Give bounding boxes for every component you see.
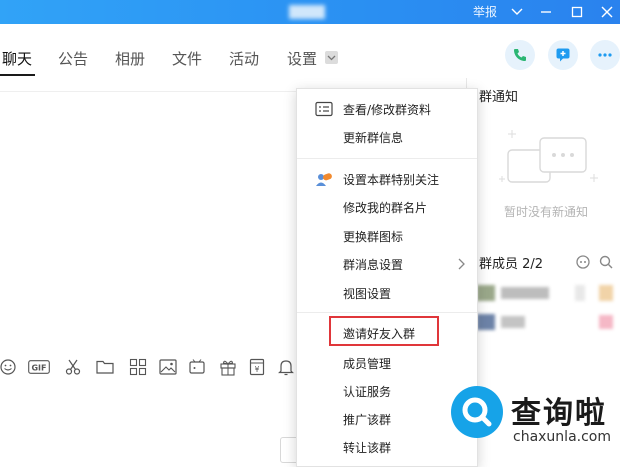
member-row[interactable] xyxy=(477,312,617,332)
screen-shake-icon[interactable] xyxy=(187,356,207,378)
tab-activity[interactable]: 活动 xyxy=(229,48,259,69)
watermark-logo xyxy=(451,386,503,438)
svg-text:GIF: GIF xyxy=(31,364,46,373)
empty-notice-illustration xyxy=(499,130,598,183)
phone-call-button[interactable] xyxy=(505,40,535,70)
menu-item-label: 更换群图标 xyxy=(343,229,404,244)
highlight-box xyxy=(329,316,439,346)
emoji-icon[interactable] xyxy=(0,356,18,378)
watermark: 查询啦 chaxunla.com xyxy=(447,380,620,467)
member-badge xyxy=(599,315,613,329)
more-dots-icon xyxy=(598,53,612,57)
blur-mark xyxy=(575,285,585,301)
avatar xyxy=(477,314,495,330)
tab-chat[interactable]: 聊天 xyxy=(2,48,32,69)
menu-item-label: 推广该群 xyxy=(343,412,392,427)
menu-item-label: 设置本群特别关注 xyxy=(343,172,440,187)
bell-icon[interactable] xyxy=(276,356,296,378)
menu-item-label: 群消息设置 xyxy=(343,257,404,272)
font-style-icon[interactable] xyxy=(128,356,148,378)
notice-title: 群通知 xyxy=(479,90,519,105)
tab-files[interactable]: 文件 xyxy=(172,48,202,69)
tab-settings[interactable]: 设置 xyxy=(287,48,317,69)
title-bar: 举报 xyxy=(0,0,620,24)
folder-icon[interactable] xyxy=(95,356,115,378)
add-chat-button[interactable] xyxy=(548,40,578,70)
menu-item-special-follow[interactable]: 设置本群特别关注 xyxy=(297,165,477,193)
gift-icon[interactable] xyxy=(218,356,238,378)
input-toolbar: GIF ¥ xyxy=(0,356,300,380)
search-icon[interactable] xyxy=(598,254,614,270)
special-follow-icon xyxy=(316,173,332,186)
member-row[interactable] xyxy=(477,283,617,303)
menu-item-edit-card[interactable]: 修改我的群名片 xyxy=(297,193,477,221)
phone-icon xyxy=(514,49,526,61)
maximize-icon[interactable] xyxy=(566,0,588,24)
watermark-url: chaxunla.com xyxy=(513,429,611,445)
menu-item-label: 转让该群 xyxy=(343,440,392,455)
member-search-settings-icon[interactable] xyxy=(575,254,591,270)
member-name-blurred xyxy=(501,287,549,299)
menu-item-label: 更新群信息 xyxy=(343,130,404,145)
menu-separator xyxy=(297,158,477,159)
menu-item-message-settings[interactable]: 群消息设置 xyxy=(297,250,477,278)
menu-item-update-info[interactable]: 更新群信息 xyxy=(297,123,477,151)
svg-text:¥: ¥ xyxy=(255,365,260,374)
menu-item-change-icon[interactable]: 更换群图标 xyxy=(297,222,477,250)
minimize-icon[interactable] xyxy=(535,0,557,24)
menu-item-view-settings[interactable]: 视图设置 xyxy=(297,279,477,307)
tab-album[interactable]: 相册 xyxy=(115,48,145,69)
menu-item-label: 视图设置 xyxy=(343,286,392,301)
window-title-blurred xyxy=(289,5,325,19)
chevron-right-icon xyxy=(458,258,465,270)
more-button[interactable] xyxy=(590,40,620,70)
id-card-icon xyxy=(315,101,333,117)
chevron-down-icon[interactable] xyxy=(506,0,528,24)
menu-item-member-management[interactable]: 成员管理 xyxy=(297,349,477,377)
close-icon[interactable] xyxy=(596,0,618,24)
avatar xyxy=(477,285,495,301)
add-message-icon xyxy=(556,48,570,62)
active-tab-underline xyxy=(0,74,35,76)
watermark-text: 查询啦 xyxy=(511,396,607,431)
member-name-blurred xyxy=(501,316,525,328)
menu-item-view-edit-info[interactable]: 查看/修改群资料 xyxy=(297,95,477,123)
member-badge xyxy=(599,285,613,301)
menu-item-label: 查看/修改群资料 xyxy=(343,102,432,117)
menu-separator xyxy=(297,312,477,313)
members-header: 群成员 2/2 xyxy=(479,257,544,272)
gif-icon[interactable]: GIF xyxy=(27,356,51,378)
no-notice-text: 暂时没有新通知 xyxy=(504,205,589,219)
red-packet-icon[interactable]: ¥ xyxy=(247,356,267,378)
menu-item-label: 成员管理 xyxy=(343,356,392,371)
menu-item-label: 认证服务 xyxy=(343,384,392,399)
scissors-icon[interactable] xyxy=(63,356,83,378)
image-icon[interactable] xyxy=(158,356,178,378)
menu-item-label: 修改我的群名片 xyxy=(343,200,428,215)
tab-announcement[interactable]: 公告 xyxy=(58,48,88,69)
settings-dropdown-icon[interactable] xyxy=(325,51,338,64)
report-button[interactable]: 举报 xyxy=(473,3,497,20)
